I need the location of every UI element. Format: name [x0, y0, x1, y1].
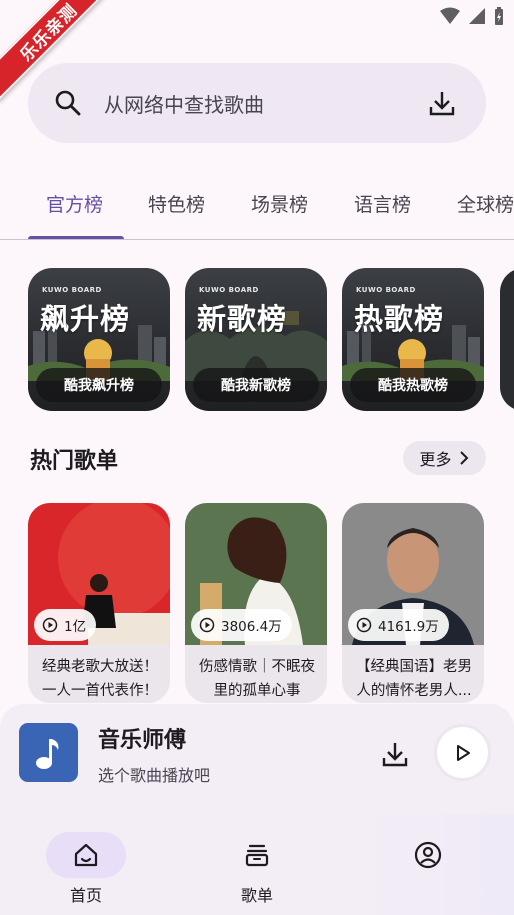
playlist-name: 伤感情歌｜不眠夜里的孤单心事	[199, 659, 315, 699]
nav-indicator	[46, 832, 126, 878]
tab-official[interactable]: 官方榜	[46, 190, 103, 217]
tab-language[interactable]: 语言榜	[354, 190, 411, 217]
search-input[interactable]: 从网络中查找歌曲	[104, 89, 428, 118]
play-count-badge: 4161.9万	[348, 609, 449, 641]
download-icon[interactable]	[381, 740, 409, 768]
section-title-hot-playlists: 热门歌单	[30, 449, 119, 474]
chart-card-next[interactable]	[500, 268, 514, 411]
playlist-row: 1亿 经典老歌大放送！一人一首代表作！ 3806.4万 伤感情歌｜不眠夜里的孤单…	[28, 503, 514, 703]
tab-global[interactable]: 全球榜	[457, 190, 514, 217]
nav-indicator	[388, 832, 468, 878]
play-count: 3806.4万	[221, 619, 282, 635]
nav-item-profile[interactable]	[388, 832, 468, 882]
chart-brand: KUWO BOARD	[199, 286, 259, 294]
chart-card-new[interactable]: KUWO BOARD 新歌榜 酷我新歌榜	[185, 268, 327, 411]
chart-caption: 酷我热歌榜	[350, 368, 476, 402]
wifi-icon	[440, 7, 460, 24]
music-note-icon	[35, 738, 58, 769]
tab-featured[interactable]: 特色榜	[148, 190, 205, 217]
chart-title: 飙升榜	[40, 302, 131, 336]
search-icon	[55, 90, 81, 116]
chart-title: 热歌榜	[354, 302, 445, 336]
chart-title: 新歌榜	[197, 302, 288, 336]
nav-label: 歌单	[240, 886, 273, 905]
nav-label: 首页	[69, 886, 102, 905]
playlist-card[interactable]: 4161.9万 【经典国语】老男人的情怀老男人...	[342, 503, 484, 703]
tab-scene[interactable]: 场景榜	[251, 190, 308, 217]
play-count: 4161.9万	[378, 619, 439, 635]
player-cover	[19, 723, 78, 782]
download-icon[interactable]	[428, 89, 456, 117]
chevron-right-icon	[459, 451, 468, 465]
tab-indicator	[28, 236, 124, 239]
player-title: 音乐师傅	[98, 728, 187, 753]
nav-item-playlists[interactable]: 歌单	[217, 832, 297, 906]
playlist-name: 【经典国语】老男人的情怀老男人...	[356, 659, 472, 699]
search-bar[interactable]: 从网络中查找歌曲	[28, 63, 486, 143]
battery-icon	[495, 7, 503, 25]
profile-icon	[414, 841, 442, 869]
play-button[interactable]	[434, 724, 491, 781]
more-button[interactable]: 更多	[403, 441, 486, 475]
player-subtitle: 选个歌曲播放吧	[98, 766, 211, 785]
chart-brand: KUWO BOARD	[356, 286, 416, 294]
chart-caption: 酷我飙升榜	[36, 368, 162, 402]
chart-card-soaring[interactable]: KUWO BOARD 飙升榜 酷我飙升榜	[28, 268, 170, 411]
play-icon	[456, 744, 470, 761]
playlist-name: 经典老歌大放送！一人一首代表作！	[42, 659, 158, 699]
nav-item-home[interactable]: 首页	[46, 832, 126, 906]
mini-player[interactable]: 音乐师傅 选个歌曲播放吧	[0, 704, 514, 814]
play-count: 1亿	[64, 619, 87, 635]
cellular-icon	[469, 8, 485, 24]
chart-category-tabs: 官方榜 特色榜 场景榜 语言榜 全球榜	[0, 180, 514, 240]
play-circle-icon	[42, 617, 58, 633]
chart-card-row: KUWO BOARD 飙升榜 酷我飙升榜 KUWO BOARD 新歌榜 酷我新歌…	[28, 268, 514, 412]
chart-caption: 酷我新歌榜	[193, 368, 319, 402]
play-circle-icon	[356, 617, 372, 633]
more-label: 更多	[419, 450, 452, 469]
play-count-badge: 3806.4万	[191, 609, 292, 641]
playlist-card[interactable]: 3806.4万 伤感情歌｜不眠夜里的孤单心事	[185, 503, 327, 703]
chart-card-hot[interactable]: KUWO BOARD 热歌榜 酷我热歌榜	[342, 268, 484, 411]
nav-indicator	[217, 832, 297, 878]
bottom-navigation: 首页 歌单	[0, 814, 514, 915]
playlist-icon	[245, 844, 269, 867]
home-icon	[74, 843, 98, 867]
playlist-card[interactable]: 1亿 经典老歌大放送！一人一首代表作！	[28, 503, 170, 703]
play-circle-icon	[199, 617, 215, 633]
chart-brand: KUWO BOARD	[42, 286, 102, 294]
play-count-badge: 1亿	[34, 609, 97, 641]
